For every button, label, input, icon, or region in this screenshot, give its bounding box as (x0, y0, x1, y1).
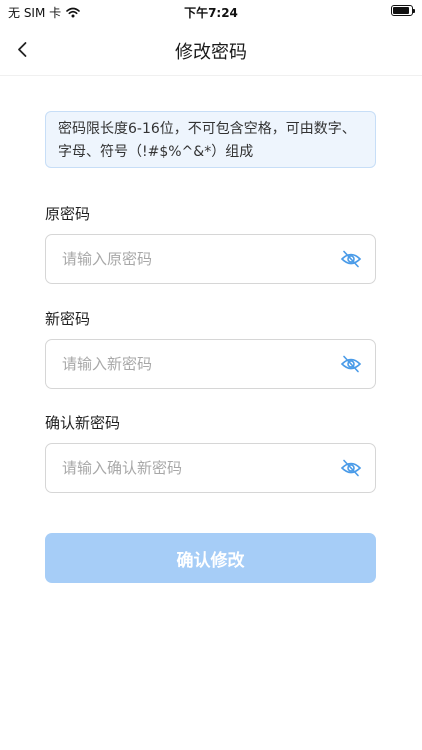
password-rules-notice: 密码限长度6-16位，不可包含空格，可由数字、字母、符号（!#$%^&*）组成 (45, 111, 376, 168)
new-password-label: 新密码 (45, 310, 91, 328)
new-password-field (45, 339, 376, 389)
old-password-visibility-toggle[interactable] (340, 249, 362, 269)
confirm-password-label: 确认新密码 (45, 414, 121, 432)
nav-bar: 修改密码 (0, 24, 422, 76)
eye-slash-icon (340, 355, 362, 373)
status-time: 下午7:24 (184, 6, 238, 20)
confirm-password-visibility-toggle[interactable] (340, 458, 362, 478)
old-password-label: 原密码 (45, 205, 91, 223)
confirm-password-input[interactable] (62, 444, 332, 492)
confirm-change-button[interactable]: 确认修改 (45, 533, 376, 583)
battery-icon (391, 5, 415, 16)
status-bar: 无 SIM 卡 下午7:24 (0, 0, 422, 24)
eye-slash-icon (340, 250, 362, 268)
old-password-input[interactable] (62, 235, 332, 283)
new-password-input[interactable] (62, 340, 332, 388)
eye-slash-icon (340, 459, 362, 477)
page-title: 修改密码 (175, 42, 247, 63)
old-password-field (45, 234, 376, 284)
new-password-visibility-toggle[interactable] (340, 354, 362, 374)
battery-fill (393, 7, 410, 14)
confirm-password-field (45, 443, 376, 493)
